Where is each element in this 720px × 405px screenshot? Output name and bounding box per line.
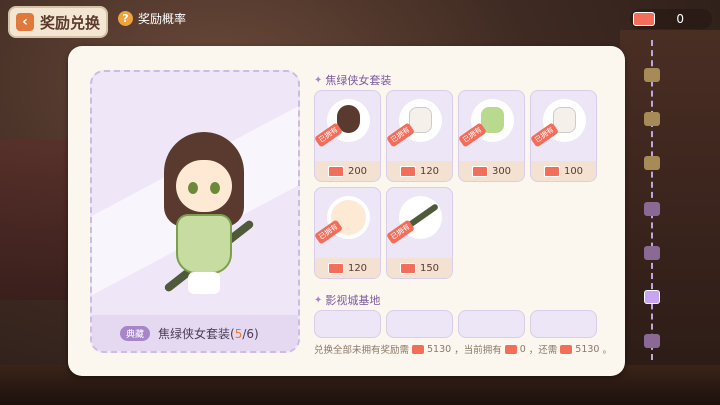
- ticket-icon: [399, 165, 416, 177]
- shirt-icon[interactable]: [644, 112, 660, 126]
- section-title: ✦ 焦绿侠女套装: [314, 74, 392, 87]
- probability-label: 奖励概率: [138, 12, 187, 26]
- currency-display[interactable]: 0: [630, 9, 712, 29]
- question-icon: ?: [118, 11, 133, 26]
- owned-tag: 已拥有: [531, 122, 559, 148]
- item-price: 300: [491, 165, 512, 177]
- background-wall: [620, 30, 720, 405]
- item-price: 120: [419, 165, 440, 177]
- item-card[interactable]: [314, 310, 381, 338]
- section-title: ✦ 影视城基地: [314, 294, 381, 307]
- ticket-icon: [412, 344, 425, 354]
- item-card[interactable]: 已拥有 150: [386, 187, 453, 279]
- chair-icon[interactable]: [644, 246, 660, 260]
- set-name: 焦绿侠女套装(5/6): [158, 326, 259, 341]
- owned-tag: 已拥有: [387, 122, 415, 148]
- item-price: 150: [419, 262, 440, 274]
- shirt-icon[interactable]: [644, 156, 660, 170]
- shirt-icon[interactable]: [644, 68, 660, 82]
- item-card[interactable]: [530, 310, 597, 338]
- item-card[interactable]: 已拥有 300: [458, 90, 525, 182]
- chair-icon[interactable]: [644, 334, 660, 348]
- item-card[interactable]: 已拥有 120: [386, 90, 453, 182]
- outfit-preview: 典藏 焦绿侠女套装(5/6): [90, 70, 300, 353]
- item-card[interactable]: 已拥有 120: [314, 187, 381, 279]
- item-price: 200: [347, 165, 368, 177]
- back-button[interactable]: ‹ 奖励兑换: [8, 6, 108, 38]
- collection-badge: 典藏: [120, 325, 151, 341]
- back-arrow-icon: ‹: [16, 13, 34, 31]
- page-title: 奖励兑换: [40, 13, 101, 32]
- sparkle-icon: ✦: [314, 74, 323, 86]
- owned-tag: 已拥有: [387, 219, 415, 245]
- character-model: [154, 132, 255, 302]
- ticket-icon: [560, 344, 573, 354]
- owned-tag: 已拥有: [315, 122, 343, 148]
- category-rail: [644, 40, 660, 360]
- item-grid: 已拥有 200 已拥有 120 已拥有 300 已拥有 100 已拥有 120 …: [314, 90, 597, 279]
- ticket-icon: [327, 165, 344, 177]
- exchange-panel: 典藏 焦绿侠女套装(5/6) ✦ 焦绿侠女套装 已拥有 200 已拥有 120 …: [68, 46, 625, 376]
- shirt-icon[interactable]: [644, 290, 660, 304]
- item-price: 120: [347, 262, 368, 274]
- item-card[interactable]: [386, 310, 453, 338]
- currency-value: 0: [676, 12, 684, 26]
- owned-tag: 已拥有: [459, 122, 487, 148]
- probability-link[interactable]: ? 奖励概率: [118, 10, 186, 27]
- ticket-icon: [543, 165, 560, 177]
- sparkle-icon: ✦: [314, 294, 323, 306]
- preview-footer: 典藏 焦绿侠女套装(5/6): [92, 315, 298, 351]
- item-card[interactable]: 已拥有 100: [530, 90, 597, 182]
- chair-icon[interactable]: [644, 202, 660, 216]
- ticket-icon: [504, 344, 517, 354]
- ticket-icon: [633, 12, 655, 26]
- background-shelf: [0, 140, 70, 300]
- exchange-summary: 兑换全部未拥有奖励需 5130 ，当前拥有 0 ，还需 5130 。: [314, 343, 612, 357]
- item-card[interactable]: 已拥有 200: [314, 90, 381, 182]
- owned-tag: 已拥有: [315, 219, 343, 245]
- ticket-icon: [327, 262, 344, 274]
- item-card[interactable]: [458, 310, 525, 338]
- item-grid: [314, 310, 597, 338]
- ticket-icon: [399, 262, 416, 274]
- item-price: 100: [563, 165, 584, 177]
- ticket-icon: [471, 165, 488, 177]
